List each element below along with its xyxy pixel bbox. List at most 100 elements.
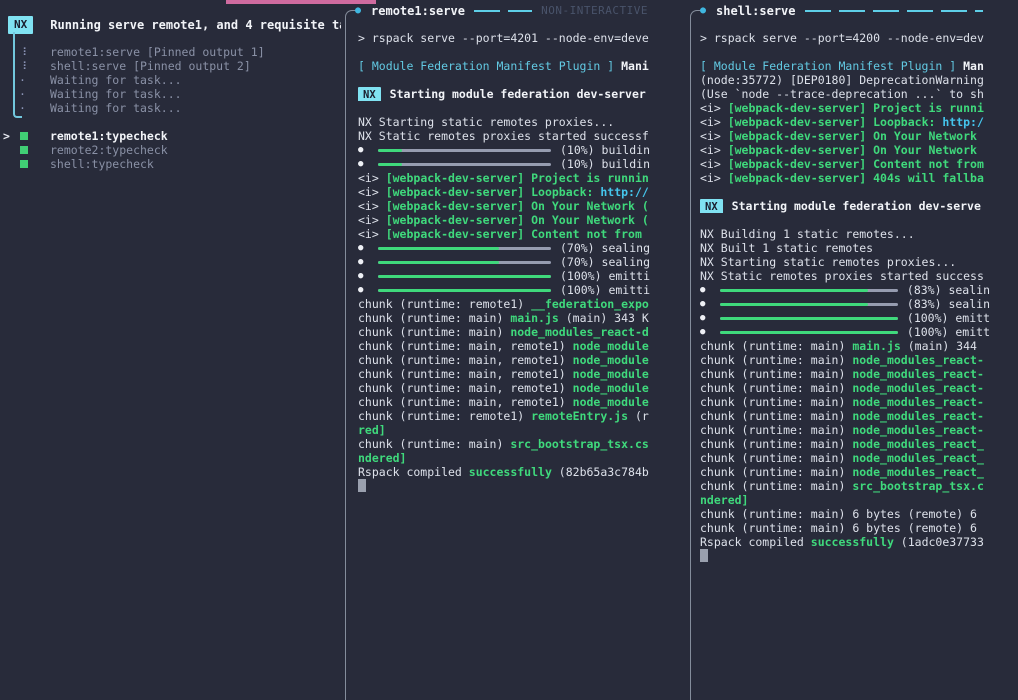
terminal-line: NX Building 1 static remotes... [700, 227, 990, 241]
terminal-line: chunk (runtime: main, remote1) node_modu… [358, 381, 650, 395]
terminal-line: Rspack compiled successfully (1adc0e3773… [700, 535, 990, 549]
task-row[interactable]: ⠸shell:serve [Pinned output 2] [0, 59, 341, 73]
pinned-output-pane-remote1: ● remote1:serve NON-INTERACTIVE > rspack… [341, 0, 678, 700]
spinner-icon: ⠸ [19, 60, 27, 73]
pending-icon: · [19, 87, 26, 101]
terminal-line: chunk (runtime: main) node_modules_react… [700, 395, 990, 409]
task-row-spacer [0, 115, 341, 129]
progress-line: ●(70%) sealing [358, 241, 650, 255]
progress-label: (100%) emitt [907, 325, 990, 339]
top-accent-bar [226, 0, 376, 4]
dash-divider [805, 10, 983, 12]
terminal-line [358, 45, 650, 59]
terminal-line: <i> [webpack-dev-server] Loopback: http:… [358, 185, 650, 199]
task-row[interactable]: remote2:typecheck [0, 143, 341, 157]
success-square-icon [20, 132, 28, 140]
progress-label: (100%) emitti [560, 269, 650, 283]
progress-bullet-icon: ● [358, 283, 378, 297]
terminal-line [700, 45, 990, 59]
progress-label: (10%) buildin [560, 143, 650, 157]
progress-line: ● (70%) sealing [358, 255, 650, 269]
progress-bullet-icon: ● [700, 283, 720, 297]
task-list-pane: NX Running serve remote1, and 4 requisit… [0, 0, 341, 700]
terminal-line: chunk (runtime: main) src_bootstrap_tsx.… [700, 479, 990, 493]
terminal-line [358, 73, 650, 87]
terminal-line: <i> [webpack-dev-server] Project is runn… [358, 171, 650, 185]
progress-bar [720, 303, 898, 306]
progress-bullet-icon: ● [700, 325, 720, 339]
progress-line: ● (100%) emitt [700, 325, 990, 339]
progress-bar [378, 163, 551, 166]
terminal-line: chunk (runtime: remote1) __federation_ex… [358, 297, 650, 311]
task-row[interactable]: shell:typecheck [0, 157, 341, 171]
terminal-line: chunk (runtime: main) src_bootstrap_tsx.… [358, 437, 650, 451]
terminal-line: <i> [webpack-dev-server] On Your Network [700, 129, 990, 143]
terminal-line: <i> [webpack-dev-server] 404s will fallb… [700, 171, 990, 185]
task-row[interactable]: >remote1:typecheck [0, 129, 341, 143]
task-label: remote1:serve [Pinned output 1] [50, 45, 265, 59]
success-square-icon [20, 146, 28, 154]
terminal-line: <i> [webpack-dev-server] On Your Network… [358, 213, 650, 227]
progress-line: ●(100%) emitti [358, 283, 650, 297]
progress-label: (70%) sealing [560, 241, 650, 255]
task-row[interactable]: · Waiting for task... [0, 87, 341, 101]
terminal-line: chunk (runtime: main) node_modules_react… [700, 451, 990, 465]
terminal-line: <i> [webpack-dev-server] Content not fro… [700, 157, 990, 171]
task-row[interactable]: ·Waiting for task... [0, 101, 341, 115]
progress-bullet-icon: ● [358, 269, 378, 283]
progress-bar [378, 247, 551, 250]
progress-bar [378, 261, 551, 264]
terminal-line: NX Built 1 static remotes [700, 241, 990, 255]
terminal-line: > rspack serve --port=4201 --node-env=de… [358, 31, 650, 45]
dash-divider [474, 10, 532, 12]
progress-bar [720, 331, 898, 334]
terminal-line [700, 185, 990, 199]
terminal-line: NXStarting module federation dev-serve [700, 199, 990, 213]
task-label: shell:typecheck [50, 157, 154, 171]
progress-bullet-icon: ● [358, 157, 378, 171]
task-row[interactable]: ⠸remote1:serve [Pinned output 1] [0, 45, 341, 59]
terminal-line: red] [358, 423, 650, 437]
pane-header-shell[interactable]: ● shell:serve [700, 4, 992, 18]
task-list-title: Running serve remote1, and 4 requisite t… [50, 18, 341, 32]
progress-line: ● (100%) emitti [358, 269, 650, 283]
terminal-line: [ Module Federation Manifest Plugin ] Ma… [700, 59, 990, 73]
progress-line: ● (10%) buildin [358, 157, 650, 171]
non-interactive-label: NON-INTERACTIVE [541, 4, 648, 18]
nx-badge: NX [700, 199, 723, 213]
terminal-cursor [700, 549, 708, 562]
terminal-line [700, 213, 990, 227]
progress-line: ● (10%) buildin [358, 143, 650, 157]
terminal-line: chunk (runtime: main, remote1) node_modu… [358, 339, 650, 353]
terminal-line: (Use `node --trace-deprecation ...` to s… [700, 87, 990, 101]
terminal-line: (node:35772) [DEP0180] DeprecationWarnin… [700, 73, 990, 87]
progress-label: (70%) sealing [560, 255, 650, 269]
progress-line: ●(83%) sealin [700, 297, 990, 311]
pane-header-remote1[interactable]: ● remote1:serve NON-INTERACTIVE [355, 4, 648, 18]
progress-bullet-icon: ● [700, 297, 720, 311]
pending-icon: · [19, 73, 26, 87]
progress-bullet-icon: ● [358, 255, 378, 269]
task-row[interactable]: · Waiting for task... [0, 73, 341, 87]
terminal-line [700, 549, 990, 563]
terminal-line: chunk (runtime: main) node_modules_react… [358, 325, 650, 339]
pane-bullet-icon: ● [355, 4, 361, 18]
terminal-output: > rspack serve --port=4200 --node-env=de… [700, 31, 990, 563]
terminal-line: chunk (runtime: main) node_modules_react… [700, 353, 990, 367]
progress-line: ●(100%) emitt [700, 311, 990, 325]
terminal-line: chunk (runtime: main) node_modules_react… [700, 465, 990, 479]
terminal-line: ndered] [700, 493, 990, 507]
task-label: Waiting for task... [50, 101, 182, 115]
task-label: Waiting for task... [50, 73, 182, 87]
terminal-line: chunk (runtime: main, remote1) node_modu… [358, 395, 650, 409]
terminal-line: chunk (runtime: main) main.js (main) 344 [700, 339, 990, 353]
pane-title: remote1:serve [371, 4, 465, 18]
terminal-cursor [358, 479, 366, 492]
terminal-line: > rspack serve --port=4200 --node-env=de… [700, 31, 990, 45]
task-label: Waiting for task... [50, 87, 182, 101]
terminal-line: <i> [webpack-dev-server] On Your Network [700, 143, 990, 157]
terminal-line: chunk (runtime: main) node_modules_react… [700, 437, 990, 451]
progress-label: (10%) buildin [560, 157, 650, 171]
progress-bar [720, 317, 898, 320]
progress-bullet-icon: ● [358, 143, 378, 157]
